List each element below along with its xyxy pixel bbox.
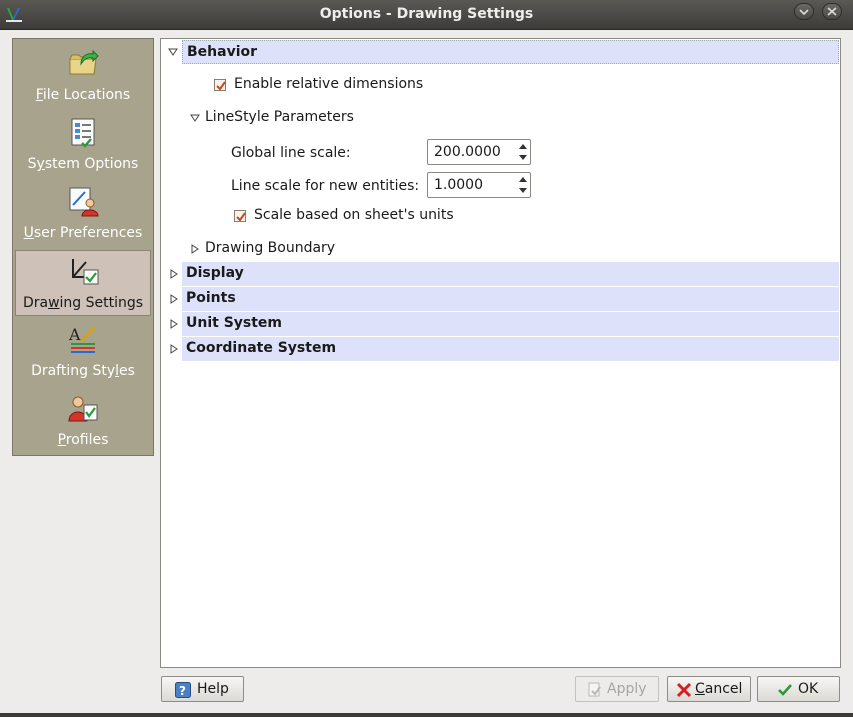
sidebar-item-profiles[interactable]: Profiles (15, 388, 151, 454)
checkmark-icon (216, 81, 226, 91)
apply-icon (588, 682, 601, 697)
minimize-button[interactable] (794, 3, 814, 20)
collapsed-arrow-icon[interactable] (169, 344, 179, 354)
sidebar-item-label: User Preferences (23, 225, 143, 241)
enable-relative-dimensions-checkbox[interactable] (214, 79, 226, 91)
sidebar-item-system-options[interactable]: System Options (15, 112, 151, 178)
expanded-arrow-icon[interactable] (168, 47, 178, 57)
section-header-behavior[interactable]: Behavior (182, 40, 839, 64)
collapsed-arrow-icon[interactable] (190, 244, 200, 254)
spinbox-value[interactable]: 1.0000 (434, 177, 483, 193)
svg-text:A: A (68, 325, 81, 344)
sidebar-item-label: Drawing Settings (22, 295, 144, 311)
settings-tree-panel: Behavior Enable relative dimensions Line… (160, 38, 841, 668)
button-label: Cancel (695, 681, 743, 697)
enable-relative-dimensions-label[interactable]: Enable relative dimensions (234, 76, 423, 92)
sidebar-item-label: System Options (27, 156, 139, 172)
global-line-scale-spinbox[interactable]: 200.0000 (427, 139, 531, 165)
sidebar-item-label: Drafting Styles (31, 363, 135, 379)
scale-sheet-units-checkbox[interactable] (234, 210, 246, 222)
folder-arrow-icon (69, 49, 99, 75)
title-bar: Options - Drawing Settings (0, 0, 853, 30)
sidebar-item-label: Profiles (57, 432, 109, 448)
spin-arrows-icon[interactable] (516, 140, 530, 164)
section-title: Display (186, 265, 244, 281)
svg-text:?: ? (179, 684, 186, 698)
sidebar-item-file-locations[interactable]: File Locations (15, 43, 151, 109)
apply-button[interactable]: Apply (575, 676, 659, 702)
button-label: OK (798, 681, 819, 697)
line-scale-new-entities-label: Line scale for new entities: (231, 178, 420, 194)
spin-arrows-icon[interactable] (516, 173, 530, 197)
sidebar-item-label: File Locations (35, 87, 131, 103)
section-header-points[interactable]: Points (182, 287, 839, 311)
section-header-unit-system[interactable]: Unit System (182, 312, 839, 336)
user-pen-icon (69, 187, 99, 217)
cancel-button[interactable]: Cancel (667, 676, 751, 702)
expanded-arrow-icon[interactable] (190, 113, 200, 123)
user-check-icon (68, 396, 98, 422)
drafting-styles-icon: A (68, 325, 97, 353)
section-header-coordinate-system[interactable]: Coordinate System (182, 337, 839, 361)
window-bottom-border (0, 713, 853, 717)
ok-button[interactable]: OK (757, 676, 840, 702)
sidebar-item-user-preferences[interactable]: User Preferences (15, 181, 151, 247)
close-icon (827, 7, 837, 16)
sidebar-item-drawing-settings[interactable]: Drawing Settings (15, 250, 151, 316)
cancel-x-icon (676, 682, 692, 698)
section-header-display[interactable]: Display (182, 262, 839, 286)
scale-sheet-units-label[interactable]: Scale based on sheet's units (254, 207, 454, 223)
linestyle-parameters-group[interactable]: LineStyle Parameters (205, 109, 354, 125)
checklist-icon (71, 118, 95, 148)
button-label: Help (197, 681, 229, 697)
close-button[interactable] (822, 3, 842, 20)
line-scale-new-entities-spinbox[interactable]: 1.0000 (427, 172, 531, 198)
section-title: Unit System (186, 315, 283, 331)
options-dialog: Options - Drawing Settings File Location… (0, 0, 853, 717)
collapsed-arrow-icon[interactable] (169, 294, 179, 304)
section-title: Behavior (187, 44, 258, 60)
drawing-tools-icon (72, 259, 99, 285)
section-title: Points (186, 290, 236, 306)
button-label: Apply (607, 681, 647, 697)
section-title: Coordinate System (186, 340, 337, 356)
sidebar-item-drafting-styles[interactable]: A Drafting Styles (15, 319, 151, 385)
dialog-button-bar: ? Help Apply Cancel OK (0, 668, 853, 717)
checkmark-icon (236, 212, 246, 222)
ok-check-icon (778, 684, 792, 696)
global-line-scale-label: Global line scale: (231, 145, 351, 161)
options-category-sidebar: File Locations System Options User Prefe… (12, 38, 154, 456)
help-icon: ? (175, 682, 191, 698)
spinbox-value[interactable]: 200.0000 (434, 144, 501, 160)
window-title: Options - Drawing Settings (319, 6, 534, 22)
collapsed-arrow-icon[interactable] (169, 319, 179, 329)
help-button[interactable]: ? Help (161, 676, 244, 702)
collapsed-arrow-icon[interactable] (169, 269, 179, 279)
minimize-icon (799, 9, 809, 16)
drawing-boundary-group[interactable]: Drawing Boundary (205, 240, 335, 256)
